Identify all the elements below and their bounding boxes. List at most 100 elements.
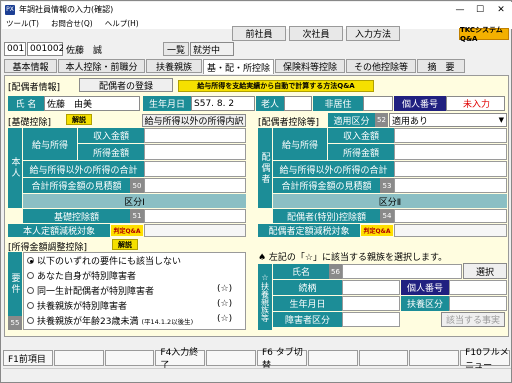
dependent-class-field[interactable] [449,296,507,311]
spouse-other-total-field[interactable] [394,161,507,177]
dependent-birth-label: 生年月日 [273,296,342,311]
chevron-down-icon[interactable]: ▼ [499,116,504,124]
tkc-qa-button[interactable]: TKCシステムQ&A [459,26,509,43]
f6-key[interactable]: F6 タブ切替 [256,348,307,371]
basic-help-button[interactable]: 解説 [66,114,92,125]
elderly-field[interactable] [284,96,312,111]
dept-code-field: 001 [4,42,26,56]
auto-calc-qa-button[interactable]: 給与所得を支給実績から自動で計算する方法Q&A [178,80,374,92]
field-number-50: 50 [130,178,144,193]
adjust-option-dependent-disabled[interactable]: 扶養親族が特別障害者 [27,299,127,312]
f2-key[interactable] [53,350,104,366]
window-title: 年調社員情報の入力(確認) [19,5,114,14]
basic-deduction-label: 基礎控除額 [23,209,130,223]
tab-basic-spouse-income[interactable]: 基・配・所控除 [203,59,274,74]
applicable-fact-button[interactable]: 該当する事実 [441,312,505,327]
spouse-hantei-button[interactable]: 判定Q&A [361,225,393,236]
self-income-label: 収入金額 [78,128,144,143]
relation-field[interactable] [342,280,400,295]
basic-deduction-field[interactable] [144,209,246,223]
applicable-class-value: 適用あり [392,116,429,127]
maximize-icon[interactable]: ☐ [470,2,490,17]
radio-icon[interactable] [27,317,34,324]
self-income-field[interactable] [144,128,246,143]
app-icon: PX [5,4,15,15]
nonresident-field[interactable] [363,96,393,111]
self-other-total-field[interactable] [144,161,246,177]
employee-code-field: 001002 [27,42,64,56]
f9-key[interactable] [409,350,460,366]
f5-key[interactable] [206,350,256,366]
class-1-label: 区分Ⅰ [23,194,246,208]
field-number-56: 56 [329,264,342,279]
field-number-55: 55 [8,316,22,330]
spouse-income-field[interactable] [394,128,507,143]
spouse-estimate-field[interactable] [394,178,507,193]
list-button[interactable]: 一覧 [163,42,189,56]
spouse-estimate-label: 合計所得金額の見積額 [273,178,380,193]
disability-class-field[interactable] [342,312,400,327]
field-number-51: 51 [130,209,144,223]
spouse-name-field[interactable]: 佐藤 由美 [44,96,140,111]
other-income-breakdown-button[interactable]: 給与所得以外の所得内訳 [142,114,246,127]
tab-other-deductions[interactable]: その他控除等 [346,59,416,73]
radio-icon[interactable] [27,302,34,309]
self-hantei-button[interactable]: 判定Q&A [111,225,143,236]
spouse-deduction-field[interactable] [394,209,507,223]
spouse-name-label: 氏 名 [8,96,44,111]
f1-key[interactable]: F1前項目 [3,350,53,366]
star-mark: (☆) [217,299,233,309]
spouse-deduction-title: [配偶者控除等] [258,118,320,128]
applicable-class-select[interactable]: 適用あり ▼ [389,113,507,127]
self-amount-field[interactable] [144,144,246,160]
tab-self-deduction[interactable]: 本人控除・前職分 [58,59,145,73]
employee-name: 佐藤 誠 [63,42,163,56]
spouse-side-label: 配偶者 [258,128,272,208]
f7-key[interactable] [307,350,358,366]
spouse-amount-field[interactable] [394,144,507,160]
dependent-name-field[interactable] [342,264,462,279]
radio-icon[interactable] [27,287,34,294]
select-dependent-button[interactable]: 選択 [463,263,507,279]
elderly-label: 老人 [256,96,284,111]
spouse-register-button[interactable]: 配偶者の登録 [79,78,173,92]
adjust-option-spouse[interactable]: 同一生計配偶者が特別障害者 [27,284,154,297]
radio-icon[interactable] [27,272,34,279]
self-side-label: 本人 [8,128,22,208]
dependent-class-label: 扶養区分 [401,296,449,311]
tab-dependents[interactable]: 扶養親族 [146,59,202,73]
main-panel: [配偶者情報] 配偶者の登録 給与所得を支給実績から自動で計算する方法Q&A 氏… [4,75,509,337]
adjust-option-dependent-young[interactable]: 扶養親族が年齢23歳未満 (平14.1.2以後生) [27,314,193,327]
tab-summary[interactable]: 摘 要 [417,59,465,73]
minimize-icon[interactable]: — [450,2,470,17]
applicable-class-label: 適用区分 [328,113,375,127]
close-icon[interactable]: ✕ [491,2,511,17]
prev-employee-button[interactable]: 前社員 [232,26,286,41]
dependent-birth-field[interactable] [342,296,400,311]
f8-key[interactable] [358,350,409,366]
adjust-option-self[interactable]: あなた自身が特別障害者 [27,269,136,282]
input-method-button[interactable]: 入力方法 [346,26,400,41]
dependent-my-number-field[interactable] [449,280,507,295]
spouse-birth-field[interactable]: S57. 8. 2 [191,96,255,111]
my-number-status[interactable]: 未入力 [446,96,505,111]
adjustment-help-button[interactable]: 解説 [112,239,138,250]
f10-key[interactable]: F10フルメニュー [460,348,510,371]
f3-key[interactable] [104,350,155,366]
next-employee-button[interactable]: 次社員 [289,26,343,41]
menu-tools[interactable]: ツール(T) [6,18,39,29]
dependent-side-label: ☆扶養親族等 [258,264,272,330]
menu-inquiry[interactable]: お問合せ(Q) [51,18,93,29]
tab-insurance[interactable]: 保険料等控除 [275,59,345,73]
relation-label: 続柄 [273,280,342,295]
radio-selected-icon[interactable] [27,257,34,264]
star-mark: (☆) [217,284,233,294]
self-estimate-field[interactable] [144,178,246,193]
dependent-name-label: 氏名 [273,264,329,279]
adjust-option-none[interactable]: 以下のいずれの要件にも該当しない [27,254,181,267]
f4-key[interactable]: F4入力終了 [155,348,206,371]
tab-basic-info[interactable]: 基本情報 [4,59,57,73]
status-bar [3,368,511,382]
self-tax-reduction-label: 本人定額減税対象 [8,224,110,237]
menu-help[interactable]: ヘルプ(H) [105,18,139,29]
